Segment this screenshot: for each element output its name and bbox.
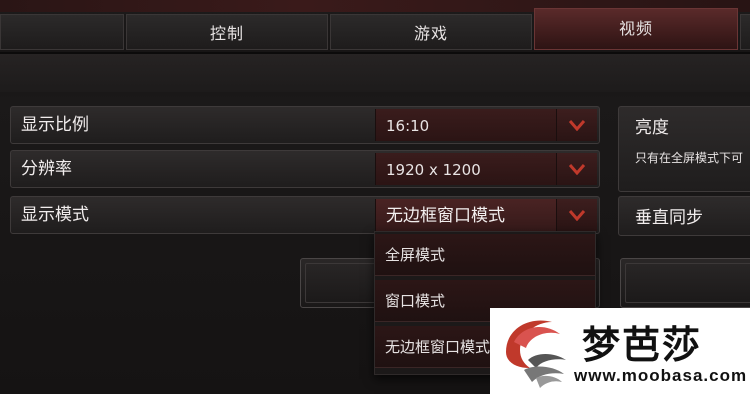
lower-right-button[interactable]: [620, 258, 750, 308]
tab-bar: 控制 游戏 视频: [0, 8, 750, 52]
setting-row-aspect-ratio: 显示比例 16:10: [10, 106, 600, 144]
resolution-value: 1920 x 1200: [386, 161, 481, 179]
video-settings-screen: 控制 游戏 视频 显示比例 16:10 分辨率 1920 x 1200 显示模式…: [0, 0, 750, 394]
display-mode-select[interactable]: 无边框窗口模式: [375, 199, 597, 231]
header-band: [0, 54, 750, 92]
resolution-dropdown-button[interactable]: [556, 153, 597, 185]
moobasa-logo-icon: [506, 320, 566, 388]
vsync-panel[interactable]: 垂直同步: [618, 196, 750, 236]
aspect-ratio-label: 显示比例: [21, 115, 89, 135]
tab-controls[interactable]: 控制: [126, 14, 328, 50]
chevron-down-icon: [569, 164, 585, 175]
resolution-select[interactable]: 1920 x 1200: [375, 153, 597, 185]
setting-row-display-mode: 显示模式 无边框窗口模式: [10, 196, 600, 234]
display-mode-label: 显示模式: [21, 205, 89, 225]
tab-partial-left[interactable]: [0, 14, 124, 50]
aspect-ratio-value: 16:10: [386, 117, 430, 135]
tab-video[interactable]: 视频: [534, 8, 738, 50]
brightness-title: 亮度: [635, 118, 669, 138]
aspect-ratio-dropdown-button[interactable]: [556, 109, 597, 141]
watermark: 梦芭莎 www.moobasa.com: [490, 308, 750, 394]
chevron-down-icon: [569, 120, 585, 131]
dropdown-option-fullscreen[interactable]: 全屏模式: [375, 234, 595, 276]
display-mode-value: 无边框窗口模式: [386, 206, 505, 226]
chevron-down-icon: [569, 210, 585, 221]
display-mode-dropdown-button[interactable]: [556, 199, 597, 231]
vsync-title: 垂直同步: [635, 208, 703, 228]
resolution-label: 分辨率: [21, 159, 72, 179]
brightness-panel: 亮度 只有在全屏模式下可: [618, 106, 750, 192]
tab-game[interactable]: 游戏: [330, 14, 532, 50]
setting-row-resolution: 分辨率 1920 x 1200: [10, 150, 600, 188]
watermark-url: www.moobasa.com: [574, 366, 748, 385]
aspect-ratio-select[interactable]: 16:10: [375, 109, 597, 141]
tab-partial-right[interactable]: [740, 14, 750, 50]
brightness-note: 只有在全屏模式下可: [635, 151, 744, 165]
watermark-brand: 梦芭莎: [582, 322, 703, 367]
